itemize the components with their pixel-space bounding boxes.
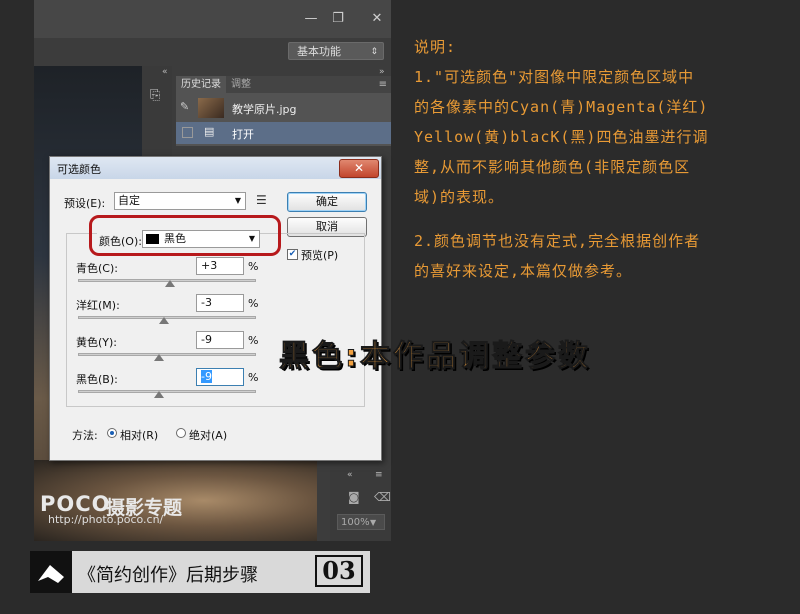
slider-value: +3 — [201, 259, 218, 272]
slider-thumb[interactable] — [153, 354, 164, 361]
step-banner: 《简约创作》后期步骤 03 — [30, 551, 370, 593]
close-button[interactable]: ✕ — [364, 8, 390, 30]
dock-collapse-icon[interactable]: « — [347, 470, 353, 480]
slider-value-input[interactable]: -9 — [196, 331, 244, 349]
percent-unit: % — [248, 260, 259, 273]
notes-line: 2.颜色调节也没有定式,完全根据创作者 — [414, 232, 701, 250]
history-panel-tabs: 历史记录 调整 ≡ — [176, 76, 391, 93]
watermark-url: http://photo.poco.cn/ — [48, 513, 164, 526]
camera-icon[interactable]: ◙ — [348, 490, 360, 504]
slider-label: 黑色(B): — [76, 373, 118, 386]
history-checkbox[interactable] — [182, 127, 193, 138]
slider-label: 黄色(Y): — [76, 336, 118, 349]
trash-icon[interactable]: ⌫ — [374, 490, 391, 504]
slider-value-input[interactable]: -3 — [196, 294, 244, 312]
banner-logo-icon — [30, 551, 72, 593]
method-label: 方法: — [72, 429, 98, 442]
section-heading: 黑色:本作品调整参数 — [279, 339, 591, 375]
collapse-icon[interactable]: « — [162, 67, 168, 77]
slider-value: -9 — [201, 333, 212, 346]
preset-label: 预设(E): — [64, 197, 106, 210]
panel-menu-icon[interactable]: ≡ — [379, 76, 387, 93]
workspace-switcher[interactable]: 基本功能 ⇕ — [288, 42, 384, 60]
snapshot-label: 教学原片.jpg — [232, 103, 297, 116]
banner-title: 《简约创作》后期步骤 — [78, 565, 258, 586]
history-state[interactable]: ▤ 打开 — [176, 122, 391, 144]
history-panel-icon[interactable]: ⎘ — [150, 88, 160, 103]
slider-value-input[interactable]: +3 — [196, 257, 244, 275]
percent-unit: % — [248, 371, 259, 384]
tab-adjustments[interactable]: 调整 — [226, 76, 256, 93]
restore-button[interactable]: ❐ — [325, 8, 351, 30]
dialog-titlebar[interactable]: 可选颜色 ✕ — [50, 157, 381, 179]
history-snapshot[interactable]: ✎ 教学原片.jpg — [176, 97, 391, 119]
preset-select[interactable]: 自定 ▼ — [114, 192, 246, 210]
method-absolute-radio[interactable] — [176, 428, 186, 438]
slider-label: 青色(C): — [76, 262, 118, 275]
dialog-title: 可选颜色 — [57, 163, 101, 176]
notes-line: 整,从而不影响其他颜色(非限定颜色区 — [414, 158, 691, 176]
method-absolute-label: 绝对(A) — [189, 429, 228, 442]
preset-value: 自定 — [118, 194, 140, 207]
notes-line: 的喜好来设定,本篇仅做参考。 — [414, 262, 633, 280]
method-relative-label: 相对(R) — [120, 429, 159, 442]
highlight-ring — [89, 215, 281, 256]
percent-unit: % — [248, 297, 259, 310]
workspace-label: 基本功能 — [297, 45, 341, 58]
snapshot-thumbnail — [198, 98, 224, 118]
slider-value: -9 — [201, 370, 212, 383]
zoom-field[interactable]: 100% ▼ — [337, 514, 385, 530]
slider-track[interactable] — [78, 390, 256, 393]
selective-color-dialog: 可选颜色 ✕ 预设(E): 自定 ▼ ☰ 确定 取消 ✔ 预览(P) 颜色(O)… — [49, 156, 382, 461]
slider-track[interactable] — [78, 353, 256, 356]
method-relative-radio[interactable] — [107, 428, 117, 438]
slider-thumb[interactable] — [153, 391, 164, 398]
dialog-close-button[interactable]: ✕ — [339, 159, 379, 178]
chevron-updown-icon: ⇕ — [370, 47, 378, 57]
slider-value-input[interactable]: -9 — [196, 368, 244, 386]
ok-button[interactable]: 确定 — [287, 192, 367, 212]
chevron-down-icon: ▼ — [370, 518, 377, 527]
percent-unit: % — [248, 334, 259, 347]
notes-line: 域)的表现。 — [414, 188, 505, 206]
slider-thumb[interactable] — [159, 317, 170, 324]
slider-thumb[interactable] — [164, 280, 175, 287]
step-number: 03 — [315, 555, 363, 587]
dock-menu-icon[interactable]: ≡ — [375, 470, 383, 480]
slider-label: 洋红(M): — [76, 299, 120, 312]
tab-history[interactable]: 历史记录 — [176, 76, 226, 93]
notes-paragraph-2: 2.颜色调节也没有定式,完全根据创作者 的喜好来设定,本篇仅做参考。 — [414, 226, 794, 286]
zoom-value: 100% — [341, 517, 370, 528]
preset-options-icon[interactable]: ☰ — [256, 193, 267, 207]
brush-icon: ✎ — [180, 100, 190, 113]
chevron-down-icon: ▼ — [234, 196, 241, 205]
notes-line: 的各像素中的Cyan(青)Magenta(洋红) — [414, 98, 709, 116]
notes-paragraph-1: 1."可选颜色"对图像中限定颜色区域中 的各像素中的Cyan(青)Magenta(… — [414, 62, 794, 212]
notes-line: 1."可选颜色"对图像中限定颜色区域中 — [414, 68, 695, 86]
application-bar: — ❐ ✕ — [34, 0, 391, 38]
history-state-label: 打开 — [232, 128, 254, 141]
minimize-button[interactable]: — — [298, 8, 324, 30]
document-icon: ▤ — [204, 125, 215, 138]
notes-line: Yellow(黄)blacK(黑)四色油墨进行调 — [414, 128, 709, 146]
slider-value: -3 — [201, 296, 212, 309]
notes-title: 说明: — [414, 38, 457, 56]
